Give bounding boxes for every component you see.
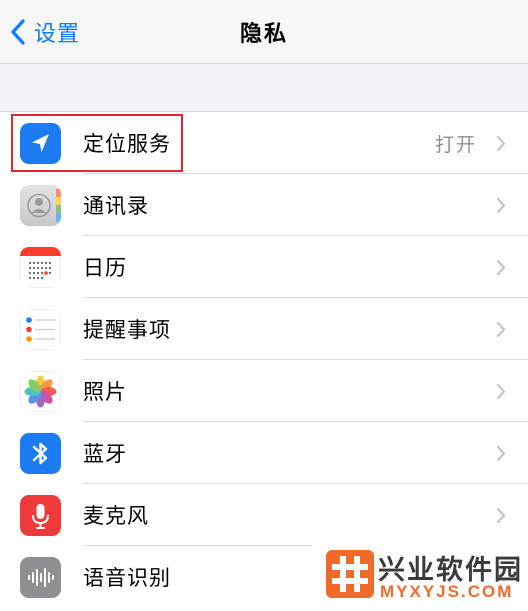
row-label: 蓝牙 [83,442,127,466]
chevron-right-icon [496,445,506,462]
reminders-icon [20,309,61,350]
row-label: 日历 [83,256,127,280]
microphone-icon [20,495,61,536]
chevron-right-icon [496,383,506,400]
contacts-icon [20,185,61,226]
calendar-icon [20,247,61,288]
row-label: 语音识别 [83,566,171,590]
row-contacts[interactable]: 通讯录 [0,174,528,236]
row-reminders[interactable]: 提醒事项 [0,298,528,360]
row-label: 定位服务 [83,132,171,156]
row-label: 提醒事项 [83,318,171,342]
row-location-services[interactable]: 定位服务 打开 [0,112,528,174]
row-label: 通讯录 [83,194,149,218]
row-bluetooth[interactable]: 蓝牙 [0,422,528,484]
chevron-right-icon [496,321,506,338]
row-label: 麦克风 [83,504,149,528]
watermark: 兴业软件园 MYXYJS.COM [312,544,528,611]
bluetooth-icon [20,433,61,474]
location-arrow-icon [20,123,61,164]
page-title: 隐私 [239,22,288,47]
row-photos[interactable]: 照片 [0,360,528,422]
watermark-url: MYXYJS.COM [380,582,514,601]
row-value: 打开 [434,134,477,156]
row-calendar[interactable]: 日历 [0,236,528,298]
hash-logo-icon [326,550,374,598]
chevron-right-icon [496,259,506,276]
speech-recognition-icon [20,557,61,598]
photos-icon [20,371,61,412]
navigation-bar: 设置 隐私 [0,0,528,63]
chevron-right-icon [496,135,506,152]
row-microphone[interactable]: 麦克风 [0,484,528,546]
chevron-right-icon [496,507,506,524]
chevron-right-icon [496,197,506,214]
divider [0,63,528,64]
row-label: 照片 [83,380,127,404]
privacy-settings-list: 定位服务 打开 通讯录 日历 提醒事项 照片 蓝牙 麦克风 语音识别 [0,111,528,611]
